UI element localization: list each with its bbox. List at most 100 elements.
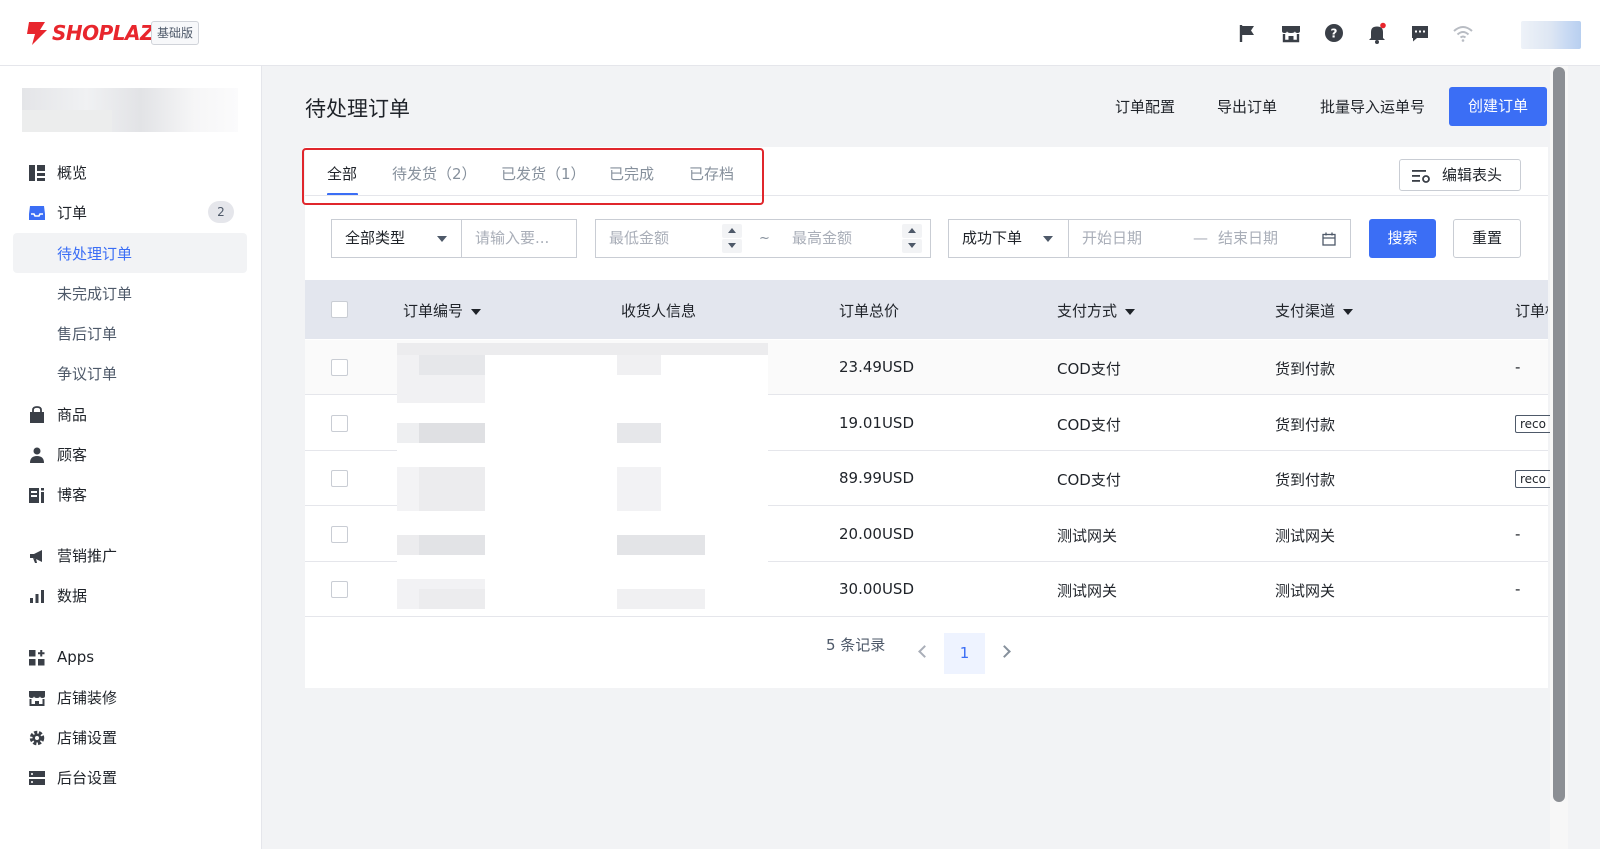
sidebar-item-label: 概览: [57, 163, 88, 182]
sidebar-item-analytics[interactable]: 数据: [0, 575, 262, 615]
row-tag: reco: [1515, 470, 1555, 488]
page-title: 待处理订单: [305, 97, 410, 121]
create-order-button[interactable]: 创建订单: [1449, 87, 1547, 126]
sidebar-item-theme[interactable]: 店铺装修: [0, 677, 262, 717]
max-amount-increment[interactable]: [902, 224, 922, 238]
max-amount-input[interactable]: 最高金额: [792, 220, 852, 257]
caret-down-icon: [1343, 308, 1354, 315]
row-payment-method: COD支付: [1057, 360, 1121, 378]
end-date-input[interactable]: 结束日期: [1218, 220, 1278, 257]
sidebar-item-overview[interactable]: 概览: [0, 152, 262, 192]
row-checkbox[interactable]: [331, 526, 348, 543]
wifi-icon: [1453, 26, 1473, 42]
row-checkbox[interactable]: [331, 415, 348, 432]
column-label: 支付方式: [1057, 302, 1118, 320]
sidebar-item-pending-orders[interactable]: 待处理订单: [13, 233, 247, 273]
sidebar-item-orders[interactable]: 订单 2: [0, 192, 262, 232]
row-tag: -: [1515, 358, 1521, 376]
sidebar-item-label: Apps: [57, 648, 95, 666]
chevron-left-icon[interactable]: [918, 645, 931, 658]
sidebar-item-marketing[interactable]: 营销推广: [0, 535, 262, 575]
order-type-select[interactable]: 全部类型: [331, 219, 462, 258]
sidebar-item-label: 后台设置: [57, 768, 118, 787]
store-name-redacted[interactable]: [22, 88, 238, 132]
store-icon[interactable]: [1280, 22, 1302, 44]
server-icon: [29, 771, 45, 785]
inbox-icon: [29, 206, 45, 220]
select-all-checkbox[interactable]: [331, 301, 348, 318]
keyword-placeholder: 请输入要...: [475, 229, 550, 247]
row-payment-channel: 测试网关: [1275, 582, 1336, 600]
export-orders-button[interactable]: 导出订单: [1217, 96, 1277, 117]
megaphone-icon: [30, 550, 42, 563]
search-button[interactable]: 搜索: [1369, 219, 1436, 258]
shoplazza-logo-icon: [27, 22, 47, 45]
chevron-right-icon[interactable]: [998, 645, 1011, 658]
column-payment-method[interactable]: 支付方式: [1057, 300, 1136, 321]
sidebar-item-blog[interactable]: 博客: [0, 474, 262, 514]
row-tag: -: [1515, 525, 1521, 543]
keyword-input[interactable]: 请输入要...: [461, 219, 577, 258]
sidebar-item-label: 待处理订单: [57, 244, 133, 263]
start-date-input[interactable]: 开始日期: [1082, 220, 1142, 257]
row-checkbox[interactable]: [331, 470, 348, 487]
column-order-tag: 订单标: [1515, 302, 1548, 320]
edit-table-header-button[interactable]: 编辑表头: [1399, 159, 1521, 191]
page-1-button[interactable]: 1: [944, 633, 985, 674]
row-total: 23.49USD: [839, 358, 914, 376]
overview-icon: [29, 165, 45, 181]
avatar[interactable]: [1521, 21, 1581, 49]
sidebar-item-products[interactable]: 商品: [0, 394, 262, 434]
sidebar-item-dispute-orders[interactable]: 争议订单: [0, 353, 262, 393]
amount-range: 最低金额 ~ 最高金额: [595, 219, 931, 258]
row-payment-channel: 货到付款: [1275, 471, 1336, 489]
orders-card: 全部 待发货（2） 已发货（1） 已完成 已存档 编辑表头 全部类型 请输入要.…: [305, 147, 1555, 688]
sidebar-item-admin-settings[interactable]: 后台设置: [0, 757, 262, 797]
order-config-button[interactable]: 订单配置: [1115, 96, 1175, 117]
sidebar-item-label: 未完成订单: [57, 284, 133, 303]
date-range-picker[interactable]: 开始日期 — 结束日期: [1068, 219, 1351, 258]
min-amount-increment[interactable]: [722, 224, 742, 238]
column-order-number[interactable]: 订单编号: [403, 300, 482, 321]
min-amount-decrement[interactable]: [722, 239, 742, 253]
sidebar-item-label: 售后订单: [57, 324, 118, 343]
table-header: 订单编号 收货人信息 订单总价 支付方式 支付渠道 订单标: [305, 280, 1548, 339]
chevron-down-icon: [437, 236, 447, 242]
sidebar-item-label: 商品: [57, 405, 88, 424]
amount-range-separator: ~: [759, 231, 770, 246]
max-amount-decrement[interactable]: [902, 239, 922, 253]
row-total: 20.00USD: [839, 525, 914, 543]
sidebar-item-incomplete-orders[interactable]: 未完成订单: [0, 273, 262, 313]
row-tag: reco: [1515, 415, 1555, 433]
bulk-import-tracking-button[interactable]: 批量导入运单号: [1320, 96, 1425, 117]
reset-button[interactable]: 重置: [1453, 219, 1521, 258]
record-count: 5 条记录: [826, 636, 886, 654]
row-payment-method: 测试网关: [1057, 527, 1118, 545]
row-total: 19.01USD: [839, 414, 914, 432]
help-icon[interactable]: ?: [1323, 22, 1345, 44]
storefront-icon: [29, 691, 45, 706]
order-status-select[interactable]: 成功下单: [948, 219, 1069, 258]
row-payment-method: COD支付: [1057, 471, 1121, 489]
sidebar-item-label: 数据: [57, 586, 88, 605]
sidebar-item-store-settings[interactable]: 店铺设置: [0, 717, 262, 757]
sidebar-item-label: 顾客: [57, 445, 88, 464]
min-amount-input[interactable]: 最低金额: [609, 220, 669, 257]
apps-icon: [29, 650, 45, 666]
row-tag: -: [1515, 580, 1521, 598]
sidebar-item-customers[interactable]: 顾客: [0, 434, 262, 474]
edit-table-header-label: 编辑表头: [1442, 166, 1503, 184]
column-payment-channel[interactable]: 支付渠道: [1275, 300, 1354, 321]
flag-icon[interactable]: [1237, 22, 1259, 44]
sidebar-item-label: 营销推广: [57, 546, 118, 565]
order-type-value: 全部类型: [345, 229, 406, 247]
bell-icon[interactable]: [1366, 22, 1388, 44]
sidebar-item-apps[interactable]: Apps: [0, 637, 262, 677]
calendar-icon: [1322, 232, 1336, 246]
chevron-down-icon: [1043, 236, 1053, 242]
row-checkbox[interactable]: [331, 581, 348, 598]
scrollbar-thumb[interactable]: [1553, 67, 1565, 802]
row-checkbox[interactable]: [331, 359, 348, 376]
sidebar-item-aftersale-orders[interactable]: 售后订单: [0, 313, 262, 353]
message-icon[interactable]: [1409, 22, 1431, 44]
